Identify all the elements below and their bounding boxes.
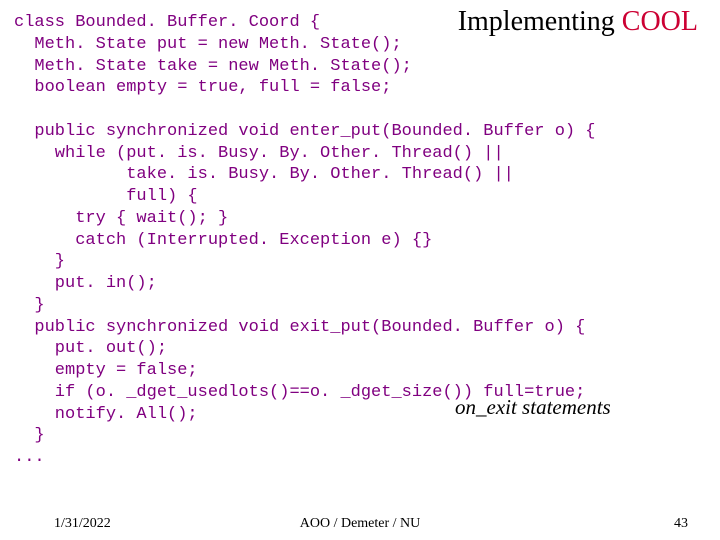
footer-center: AOO / Demeter / NU <box>0 516 720 532</box>
annotation-on-exit: on_exit statements <box>455 395 611 420</box>
title-part2: COOL <box>622 6 698 37</box>
footer-page: 43 <box>674 516 688 532</box>
title-part1: Implementing <box>458 6 622 37</box>
slide: Implementing COOL class Bounded. Buffer.… <box>0 0 720 540</box>
slide-title: Implementing COOL <box>458 6 698 38</box>
